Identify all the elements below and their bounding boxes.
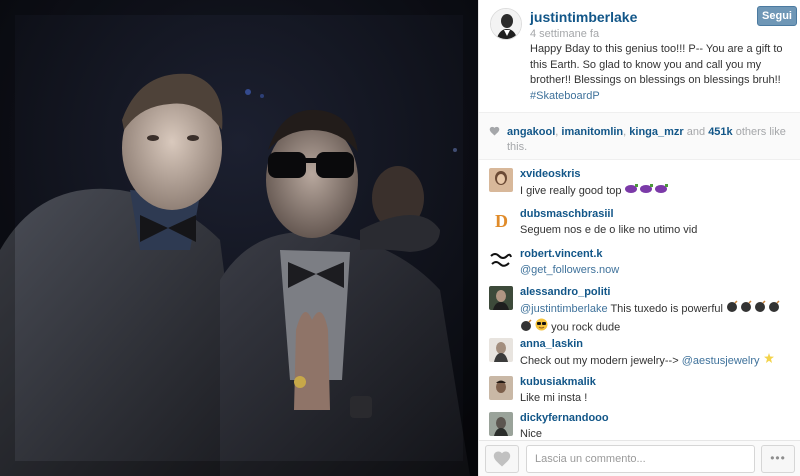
comment-body: This tuxedo is powerful: [610, 302, 723, 315]
heart-icon: [489, 126, 500, 136]
owner-username[interactable]: justintimberlake: [530, 9, 637, 25]
comment-avatar[interactable]: [489, 376, 513, 400]
comment-text: Seguem nos e de o like no utimo vid: [520, 222, 790, 239]
commenter-avatar-image: [489, 376, 513, 400]
comment-item: alessandro_politi @justintimberlake This…: [479, 280, 800, 333]
comment-username[interactable]: dubsmaschbrasiil: [520, 208, 614, 220]
liker-1[interactable]: angakool: [507, 126, 555, 138]
comment-avatar[interactable]: [489, 338, 513, 362]
post-photo[interactable]: [0, 0, 478, 476]
comment-username[interactable]: kubusiakmalik: [520, 376, 596, 388]
owner-avatar-image: [491, 9, 521, 39]
comment-avatar[interactable]: [489, 248, 513, 272]
comment-mention[interactable]: @get_followers.now: [520, 264, 619, 276]
owner-avatar[interactable]: [490, 8, 522, 40]
comment-avatar[interactable]: D: [489, 208, 513, 232]
more-options-icon: •••: [770, 451, 786, 465]
liker-3[interactable]: kinga_mzr: [629, 126, 683, 138]
more-options-button[interactable]: •••: [761, 445, 795, 473]
comment-input[interactable]: [526, 445, 755, 473]
comment-username[interactable]: anna_laskin: [520, 338, 583, 350]
commenter-avatar-image: [489, 168, 513, 192]
heart-icon: [493, 451, 511, 467]
comment-item: robert.vincent.k @get_followers.now: [479, 242, 800, 278]
commenter-avatar-image: [489, 412, 513, 436]
comment-body: Like mi insta !: [520, 392, 588, 404]
photo-image: [0, 0, 478, 476]
comment-bar: •••: [479, 440, 800, 476]
comment-body: Seguem nos e de o like no utimo vid: [520, 224, 698, 236]
post-timestamp[interactable]: 4 settimane fa: [530, 28, 599, 40]
caption-text: Happy Bday to this genius too!!! P-- You…: [530, 43, 783, 86]
comment-item: anna_laskin Check out my modern jewelry-…: [479, 332, 800, 368]
comment-mention[interactable]: @justintimberlake: [520, 303, 608, 315]
likes-text: angakool, imanitomlin, kinga_mzr and 451…: [507, 126, 786, 153]
likes-count[interactable]: 451k: [708, 126, 732, 138]
post-header: justintimberlake Segui 4 settimane fa Ha…: [479, 0, 800, 112]
liker-2[interactable]: imanitomlin: [561, 126, 623, 138]
post-sidebar: justintimberlake Segui 4 settimane fa Ha…: [478, 0, 800, 476]
comment-username[interactable]: robert.vincent.k: [520, 248, 603, 260]
post-caption: Happy Bday to this genius too!!! P-- You…: [530, 42, 796, 104]
bomb-icon: [726, 300, 784, 318]
comment-body: I give really good top: [520, 184, 622, 197]
likes-and: and: [686, 126, 706, 138]
caption-hashtag[interactable]: #SkateboardP: [530, 89, 796, 105]
comment-mention[interactable]: @aestusjewelry: [682, 355, 760, 367]
eggplant-icon: [624, 182, 669, 200]
comment-body: Check out my modern jewelry-->: [520, 354, 679, 367]
dizzy-icon: [763, 352, 775, 370]
commenter-avatar-image: [489, 338, 513, 362]
svg-text:D: D: [495, 211, 508, 231]
comment-text: Check out my modern jewelry--> @aestusje…: [520, 352, 790, 370]
comment-item: D dubsmaschbrasiil Seguem nos e de o lik…: [479, 202, 800, 238]
like-button[interactable]: [485, 445, 519, 473]
comment-item: xvideoskris I give really good top: [479, 162, 800, 198]
comment-text: Like mi insta !: [520, 390, 790, 407]
comment-item: kubusiakmalik Like mi insta !: [479, 370, 800, 406]
comment-username[interactable]: alessandro_politi: [520, 286, 610, 298]
follow-button[interactable]: Segui: [757, 6, 797, 26]
comment-text: @get_followers.now: [520, 262, 790, 279]
comment-item: dickyfernandooo Nice: [479, 406, 800, 440]
commenter-avatar-image: D: [489, 208, 513, 232]
comment-avatar[interactable]: [489, 286, 513, 310]
comment-list[interactable]: xvideoskris I give really good top D dub…: [479, 162, 800, 440]
comment-avatar[interactable]: [489, 168, 513, 192]
comment-username[interactable]: xvideoskris: [520, 168, 581, 180]
commenter-avatar-image: [489, 286, 513, 310]
comment-text: I give really good top: [520, 182, 790, 200]
comment-body: Nice: [520, 428, 543, 440]
commenter-avatar-image: [489, 248, 513, 272]
likes-summary: angakool, imanitomlin, kinga_mzr and 451…: [479, 112, 800, 160]
comment-avatar[interactable]: [489, 412, 513, 436]
comment-text: Nice: [520, 426, 790, 440]
comment-username[interactable]: dickyfernandooo: [520, 412, 609, 424]
